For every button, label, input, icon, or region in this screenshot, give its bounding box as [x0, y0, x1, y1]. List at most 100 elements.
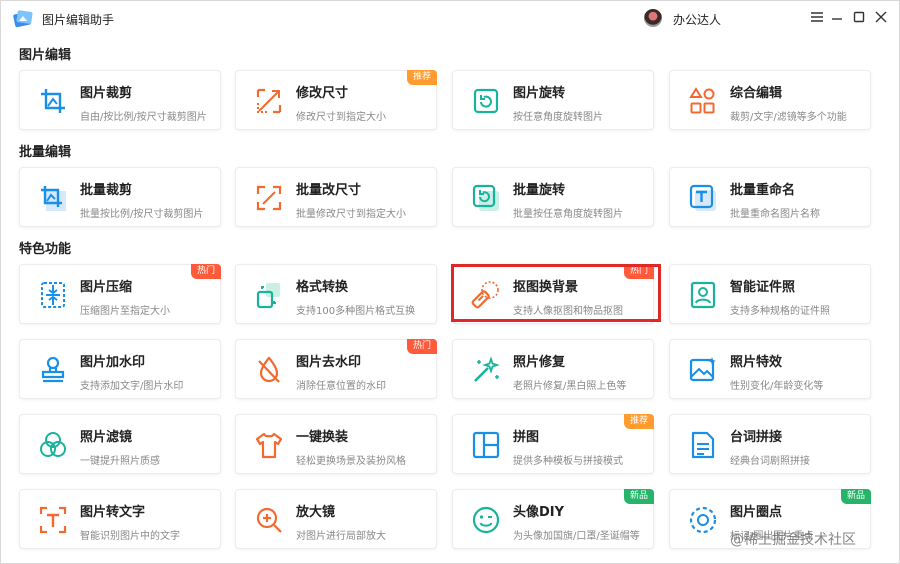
remove-watermark-icon: [253, 354, 285, 386]
close-icon[interactable]: [871, 7, 891, 27]
rotate-icon: [470, 85, 502, 117]
card-cutout-background[interactable]: 抠图换背景 支持人像抠图和物品抠图 热门: [452, 264, 654, 324]
card-format-convert[interactable]: 格式转换 支持100多种图片格式互换: [235, 264, 437, 324]
card-desc: 批量重命名图片名称: [730, 209, 820, 220]
hot-badge: 热门: [406, 339, 437, 354]
card-batch-rename[interactable]: 批量重命名 批量重命名图片名称: [669, 167, 871, 227]
batch-crop-icon: [37, 182, 69, 214]
card-desc: 按任意角度旋转图片: [513, 112, 603, 123]
card-batch-rotate[interactable]: 批量旋转 批量按任意角度旋转图片: [452, 167, 654, 227]
card-title: 照片滤镜: [80, 430, 133, 445]
card-desc: 支持100多种图片格式互换: [296, 306, 416, 317]
stamp-icon: [37, 354, 69, 386]
card-title: 抠图换背景: [513, 280, 579, 295]
recommend-badge: 推荐: [623, 414, 654, 429]
card-photo-filter[interactable]: 照片滤镜 一键提升照片质感: [19, 414, 221, 474]
card-image-crop[interactable]: 图片裁剪 自由/按比例/按尺寸裁剪图片: [19, 70, 221, 130]
card-desc: 批量修改尺寸到指定大小: [296, 209, 406, 220]
main-content: 图片编辑 图片裁剪 自由/按比例/按尺寸裁剪图片 修改尺寸 修改尺寸到指定大小 …: [1, 35, 899, 563]
card-desc: 支持人像抠图和物品抠图: [513, 306, 623, 317]
card-subtitle-splice[interactable]: 台词拼接 经典台词剧照拼接: [669, 414, 871, 474]
section-title-featured: 特色功能: [19, 242, 72, 257]
shapes-icon: [687, 85, 719, 117]
card-title: 放大镜: [296, 505, 336, 520]
card-image-compress[interactable]: 图片压缩 压缩图片至指定大小 热门: [19, 264, 221, 324]
card-desc: 批量按比例/按尺寸裁剪图片: [80, 209, 204, 220]
card-title: 图片旋转: [513, 86, 566, 101]
maximize-icon[interactable]: [849, 7, 869, 27]
circle-mark-icon: [687, 504, 719, 536]
title-bar: 图片编辑助手 办公达人: [1, 1, 899, 35]
new-badge: 新品: [623, 489, 654, 504]
image-effect-icon: [687, 354, 719, 386]
card-title: 图片圈点: [730, 505, 783, 520]
card-desc: 支持添加文字/图片水印: [80, 381, 184, 392]
card-title: 照片修复: [513, 355, 566, 370]
card-title: 一键换装: [296, 430, 349, 445]
card-title: 批量裁剪: [80, 183, 133, 198]
card-title: 拼图: [513, 430, 540, 445]
card-desc: 性别变化/年龄变化等: [730, 381, 824, 392]
card-id-photo[interactable]: 智能证件照 支持多种规格的证件照: [669, 264, 871, 324]
hot-badge: 热门: [623, 264, 654, 279]
format-convert-icon: [253, 279, 285, 311]
app-window: 图片编辑助手 办公达人 图片编辑 图片裁剪 自由/按比例/按尺寸裁剪图片 修改尺…: [0, 0, 900, 564]
card-desc: 老照片修复/黑白照上色等: [513, 381, 627, 392]
minimize-icon[interactable]: [827, 7, 847, 27]
card-desc: 轻松更换场景及装扮风格: [296, 456, 406, 467]
card-title: 批量改尺寸: [296, 183, 362, 198]
card-desc: 消除任意位置的水印: [296, 381, 386, 392]
card-desc: 经典台词剧照拼接: [730, 456, 810, 467]
card-avatar-diy[interactable]: 头像DIY 为头像加国旗/口罩/圣诞帽等 新品: [452, 489, 654, 549]
card-title: 图片裁剪: [80, 86, 133, 101]
card-title: 格式转换: [296, 280, 349, 295]
card-desc: 批量按任意角度旋转图片: [513, 209, 623, 220]
new-badge: 新品: [840, 489, 871, 504]
card-title: 图片加水印: [80, 355, 146, 370]
card-add-watermark[interactable]: 图片加水印 支持添加文字/图片水印: [19, 339, 221, 399]
card-batch-resize[interactable]: 批量改尺寸 批量修改尺寸到指定大小: [235, 167, 437, 227]
card-title: 图片转文字: [80, 505, 146, 520]
card-title: 综合编辑: [730, 86, 783, 101]
card-title: 台词拼接: [730, 430, 783, 445]
filter-icon: [37, 429, 69, 461]
crop-icon: [37, 85, 69, 117]
section-title-image-edit: 图片编辑: [19, 48, 72, 63]
card-desc: 为头像加国旗/口罩/圣诞帽等: [513, 531, 640, 542]
tshirt-icon: [253, 429, 285, 461]
magic-wand-icon: [470, 354, 502, 386]
card-desc: 压缩图片至指定大小: [80, 306, 170, 317]
eraser-icon: [470, 279, 502, 311]
card-desc: 智能识别图片中的文字: [80, 531, 180, 542]
card-title: 批量旋转: [513, 183, 566, 198]
card-image-rotate[interactable]: 图片旋转 按任意角度旋转图片: [452, 70, 654, 130]
avatar[interactable]: [644, 9, 662, 27]
user-name[interactable]: 办公达人: [673, 11, 721, 28]
card-desc: 对图片进行局部放大: [296, 531, 386, 542]
recommend-badge: 推荐: [406, 70, 437, 85]
card-remove-watermark[interactable]: 图片去水印 消除任意位置的水印 热门: [235, 339, 437, 399]
card-photo-repair[interactable]: 照片修复 老照片修复/黑白照上色等: [452, 339, 654, 399]
card-batch-crop[interactable]: 批量裁剪 批量按比例/按尺寸裁剪图片: [19, 167, 221, 227]
collage-icon: [470, 429, 502, 461]
menu-icon[interactable]: [807, 7, 827, 27]
card-title: 图片压缩: [80, 280, 133, 295]
card-collage[interactable]: 拼图 提供多种模板与拼接模式 推荐: [452, 414, 654, 474]
app-logo-icon: [13, 10, 33, 28]
batch-resize-icon: [253, 182, 285, 214]
card-photo-effect[interactable]: 照片特效 性别变化/年龄变化等: [669, 339, 871, 399]
card-magnifier[interactable]: 放大镜 对图片进行局部放大: [235, 489, 437, 549]
card-resize[interactable]: 修改尺寸 修改尺寸到指定大小 推荐: [235, 70, 437, 130]
smile-icon: [470, 504, 502, 536]
card-desc: 裁剪/文字/滤镜等多个功能: [730, 112, 847, 123]
card-desc: 一键提升照片质感: [80, 456, 160, 467]
card-image-to-text[interactable]: 图片转文字 智能识别图片中的文字: [19, 489, 221, 549]
card-comprehensive-edit[interactable]: 综合编辑 裁剪/文字/滤镜等多个功能: [669, 70, 871, 130]
hot-badge: 热门: [190, 264, 221, 279]
card-outfit-change[interactable]: 一键换装 轻松更换场景及装扮风格: [235, 414, 437, 474]
card-desc: 修改尺寸到指定大小: [296, 112, 386, 123]
compress-icon: [37, 279, 69, 311]
section-title-batch-edit: 批量编辑: [19, 145, 72, 160]
batch-rotate-icon: [470, 182, 502, 214]
card-title: 修改尺寸: [296, 86, 349, 101]
